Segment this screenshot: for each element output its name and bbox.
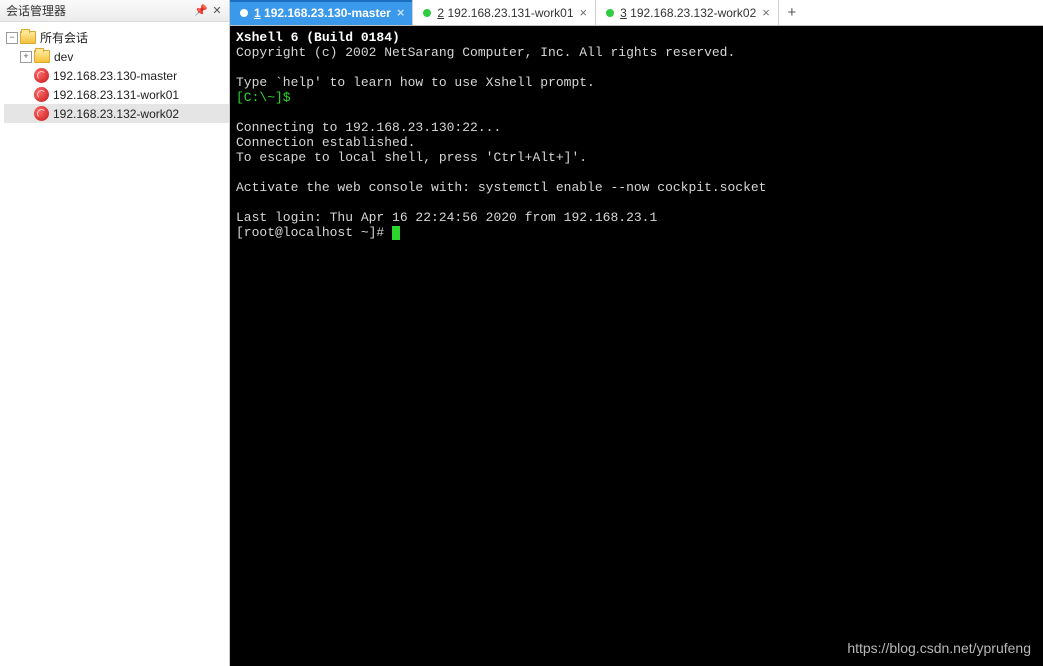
shell-prompt: [root@localhost ~]# [236,225,392,240]
terminal-line: Type `help' to learn how to use Xshell p… [236,75,595,90]
tab-number: 2 [437,6,444,20]
terminal-line: Activate the web console with: systemctl… [236,180,767,195]
terminal-line: Connection established. [236,135,415,150]
tree-session-master[interactable]: 192.168.23.130-master [4,66,229,85]
tab-label: 192.168.23.131-work01 [447,6,573,20]
tab-label: 192.168.23.130-master [264,6,391,20]
tab-work02[interactable]: 3 192.168.23.132-work02 × [596,0,779,25]
tab-number: 1 [254,6,261,20]
tab-label: 192.168.23.132-work02 [630,6,756,20]
cursor-icon [392,226,400,240]
tab-close-icon[interactable]: × [397,5,405,20]
session-tree: − 所有会话 + dev 192.168.23.130-master 192.1… [0,22,229,123]
tab-work01[interactable]: 2 192.168.23.131-work01 × [413,0,596,25]
tree-session-work01[interactable]: 192.168.23.131-work01 [4,85,229,104]
sidebar-title: 会话管理器 [6,2,193,19]
tree-root-label: 所有会话 [40,29,88,46]
tree-folder-label: dev [54,50,73,64]
terminal-banner: Xshell 6 (Build 0184) [236,30,400,45]
main-area: 1 192.168.23.130-master × 2 192.168.23.1… [230,0,1043,666]
terminal-line: Last login: Thu Apr 16 22:24:56 2020 fro… [236,210,657,225]
session-icon [34,87,49,102]
status-dot-icon [606,9,614,17]
pin-icon[interactable]: 📌 [193,3,209,19]
add-tab-button[interactable]: + [779,0,805,25]
tree-session-label: 192.168.23.131-work01 [53,88,179,102]
tree-folder-dev[interactable]: + dev [4,47,229,66]
terminal-line: Connecting to 192.168.23.130:22... [236,120,501,135]
session-icon [34,106,49,121]
tree-session-label: 192.168.23.132-work02 [53,107,179,121]
tree-session-work02[interactable]: 192.168.23.132-work02 [4,104,229,123]
tree-root[interactable]: − 所有会话 [4,28,229,47]
watermark: https://blog.csdn.net/yprufeng [847,640,1031,656]
tab-number: 3 [620,6,627,20]
session-icon [34,68,49,83]
session-manager-panel: 会话管理器 📌 ✕ − 所有会话 + dev 192.168.23.130-ma… [0,0,230,666]
tab-master[interactable]: 1 192.168.23.130-master × [230,0,413,25]
tree-session-label: 192.168.23.130-master [53,69,177,83]
terminal[interactable]: Xshell 6 (Build 0184) Copyright (c) 2002… [230,26,1043,666]
folder-icon [34,50,50,63]
tab-close-icon[interactable]: × [762,5,770,20]
local-prompt: [C:\~]$ [236,90,291,105]
status-dot-icon [423,9,431,17]
terminal-line: To escape to local shell, press 'Ctrl+Al… [236,150,587,165]
collapse-icon[interactable]: − [6,32,18,44]
close-icon[interactable]: ✕ [209,3,225,19]
terminal-line: Copyright (c) 2002 NetSarang Computer, I… [236,45,735,60]
folder-icon [20,31,36,44]
status-dot-icon [240,9,248,17]
sidebar-header: 会话管理器 📌 ✕ [0,0,229,22]
expand-icon[interactable]: + [20,51,32,63]
tab-close-icon[interactable]: × [580,5,588,20]
tab-bar: 1 192.168.23.130-master × 2 192.168.23.1… [230,0,1043,26]
